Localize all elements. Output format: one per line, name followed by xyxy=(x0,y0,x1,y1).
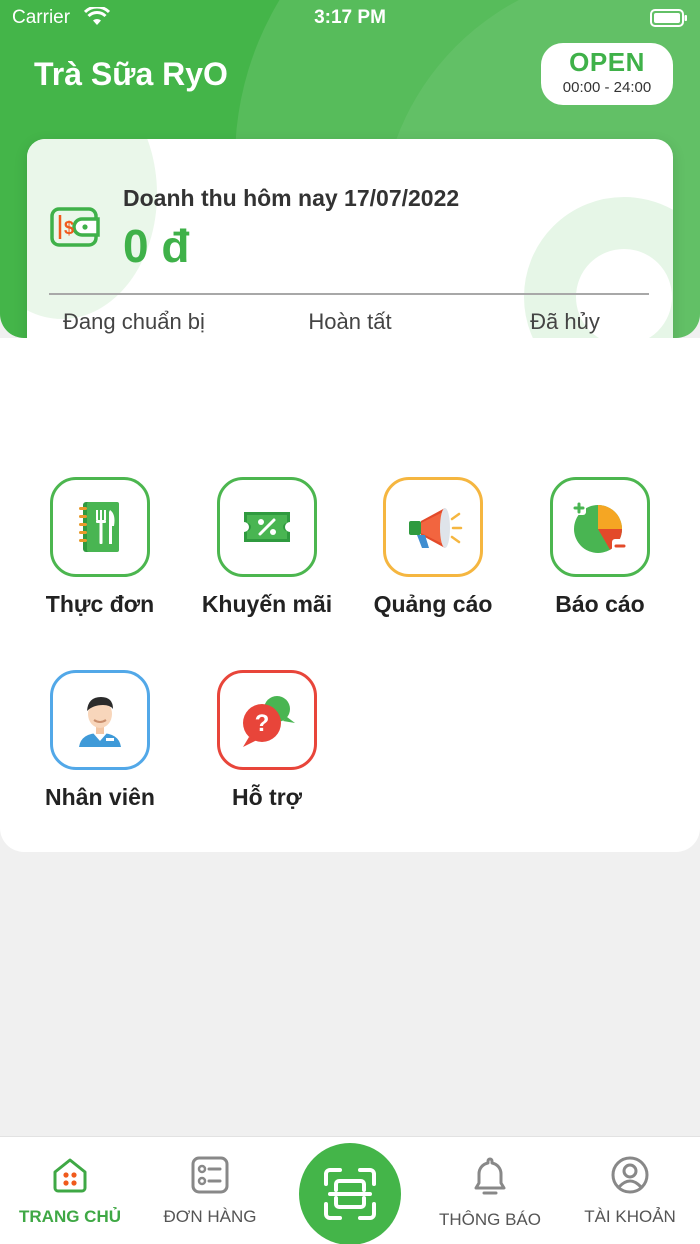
menu-item-label: Hỗ trợ xyxy=(231,784,302,810)
bottom-nav: TRANG CHỦ ĐƠN HÀNG THÔNG BÁO TÀI KHOẢN xyxy=(0,1136,700,1244)
open-status-badge[interactable]: OPEN 00:00 - 24:00 xyxy=(541,43,673,105)
account-icon xyxy=(611,1156,649,1194)
nav-tab-account[interactable]: TÀI KHOẢN xyxy=(560,1137,700,1244)
nav-tab-label: TRANG CHỦ xyxy=(19,1207,121,1226)
nav-tab-home[interactable]: TRANG CHỦ xyxy=(0,1137,140,1244)
menu-item-icon-box xyxy=(50,477,150,577)
menu-item-icon-box: ? xyxy=(217,670,317,770)
menu-item-ho-tro[interactable]: ? Hỗ trợ xyxy=(187,670,347,811)
nav-tab-label: THÔNG BÁO xyxy=(438,1210,541,1229)
open-hours-label: 00:00 - 24:00 xyxy=(562,79,652,96)
stat-label: Đang chuẩn bị xyxy=(63,309,205,334)
menu-item-icon-box xyxy=(50,670,150,770)
revenue-label: Doanh thu hôm nay 17/07/2022 xyxy=(123,185,460,211)
coupon-icon xyxy=(244,512,290,542)
menu-book-icon xyxy=(79,502,119,552)
menu-item-thuc-don[interactable]: Thực đơn xyxy=(20,477,180,618)
menu-item-icon-box xyxy=(217,477,317,577)
menu-item-bao-cao[interactable]: Báo cáo xyxy=(520,477,680,618)
nav-tab-orders[interactable]: ĐƠN HÀNG xyxy=(140,1137,280,1244)
staff-icon xyxy=(79,697,121,747)
menu-item-icon-box xyxy=(383,477,483,577)
nav-tab-label: TÀI KHOẢN xyxy=(584,1207,676,1226)
revenue-value: 0 đ xyxy=(123,220,190,272)
svg-text:?: ? xyxy=(255,710,270,737)
scan-icon xyxy=(324,1168,376,1220)
menu-item-nhan-vien[interactable]: Nhân viên xyxy=(20,670,180,811)
stat-label: Đã hủy xyxy=(530,309,600,334)
status-bar: Carrier 3:17 PM xyxy=(0,0,700,36)
nav-tab-label: ĐƠN HÀNG xyxy=(163,1207,257,1226)
card-divider xyxy=(49,293,649,295)
megaphone-icon xyxy=(409,508,463,548)
clock-label: 3:17 PM xyxy=(314,7,386,28)
menu-item-quang-cao[interactable]: Quảng cáo xyxy=(353,477,513,618)
battery-icon xyxy=(650,9,687,27)
home-icon xyxy=(53,1158,87,1193)
svg-text:$: $ xyxy=(64,218,74,238)
menu-item-khuyen-mai[interactable]: Khuyến mãi xyxy=(187,477,347,618)
orders-icon xyxy=(191,1156,229,1194)
menu-item-label: Quảng cáo xyxy=(373,591,493,617)
support-icon: ? xyxy=(243,696,295,747)
menu-item-label: Báo cáo xyxy=(555,591,645,617)
wallet-icon: $ xyxy=(50,207,100,247)
nav-tab-notifications[interactable]: THÔNG BÁO xyxy=(420,1137,560,1244)
store-name: Trà Sữa RyO xyxy=(34,56,228,92)
pie-chart-icon xyxy=(572,501,628,553)
feature-menu: Thực đơn Khuyến mãi Quảng cáo Báo cáo Nh… xyxy=(0,338,700,852)
scan-button[interactable] xyxy=(299,1143,401,1244)
menu-item-icon-box xyxy=(550,477,650,577)
menu-item-label: Nhân viên xyxy=(45,784,155,810)
menu-item-label: Khuyến mãi xyxy=(201,591,333,617)
bell-icon xyxy=(474,1157,506,1195)
stat-label: Hoàn tất xyxy=(308,309,392,334)
open-status-label: OPEN xyxy=(569,47,645,77)
menu-item-label: Thực đơn xyxy=(45,591,155,617)
